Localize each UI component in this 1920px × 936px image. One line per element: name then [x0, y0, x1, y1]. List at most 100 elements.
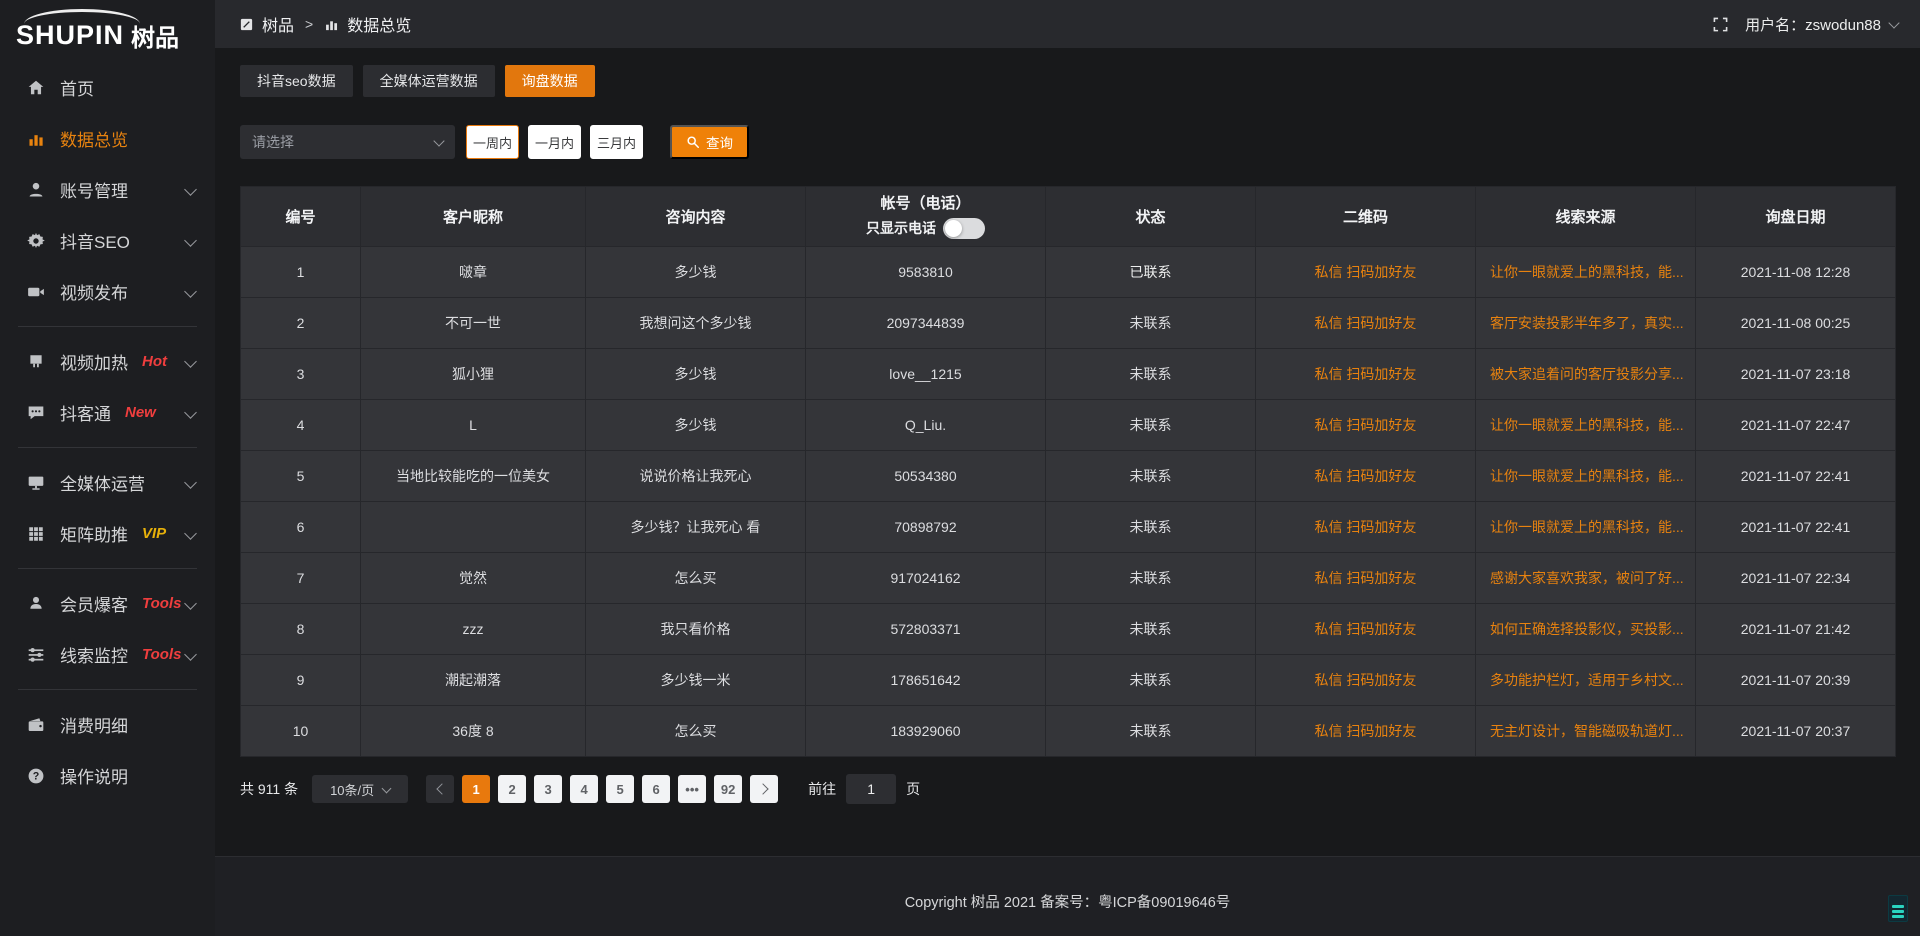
cell-date: 2021-11-07 23:18 — [1696, 349, 1896, 400]
lead-source-link[interactable]: 多功能护栏灯，适用于乡村文... — [1490, 672, 1684, 688]
query-button[interactable]: 查询 — [670, 125, 749, 159]
cell-nickname: 狐小狸 — [361, 349, 586, 400]
status-badge: 未联系 — [1046, 400, 1256, 451]
qr-add-friend-link[interactable]: 私信 扫码加好友 — [1315, 570, 1417, 586]
cell-source: 被大家追着问的客厅投影分享... — [1476, 349, 1696, 400]
user-menu[interactable]: 用户名：zswodun88 — [1745, 14, 1898, 35]
lead-source-link[interactable]: 让你一眼就爱上的黑科技，能... — [1490, 417, 1684, 433]
sidebar-item[interactable]: 消费明细 — [0, 699, 215, 750]
cell-no: 8 — [241, 604, 361, 655]
cell-source: 让你一眼就爱上的黑科技，能... — [1476, 247, 1696, 298]
sidebar-item-label: 矩阵助推 — [60, 521, 128, 546]
sidebar-divider — [18, 568, 197, 569]
cell-nickname — [361, 502, 586, 553]
qr-add-friend-link[interactable]: 私信 扫码加好友 — [1315, 366, 1417, 382]
page-size-select[interactable]: 10条/页 — [312, 775, 408, 803]
sidebar-item[interactable]: ? 操作说明 — [0, 750, 215, 801]
page-number-button[interactable]: 1 — [462, 775, 490, 803]
qr-add-friend-link[interactable]: 私信 扫码加好友 — [1315, 519, 1417, 535]
page-number-button[interactable]: ••• — [678, 775, 706, 803]
range-buttons: 一周内 一月内 三月内 — [466, 125, 643, 159]
page-number-button[interactable]: 5 — [606, 775, 634, 803]
chevron-down-icon — [184, 597, 197, 610]
chevron-down-icon — [184, 234, 197, 247]
sidebar-item[interactable]: 视频加热 Hot — [0, 336, 215, 387]
page-number-button[interactable]: 3 — [534, 775, 562, 803]
sidebar-item[interactable]: 抖客通 New — [0, 387, 215, 438]
sidebar-item[interactable]: 首页 — [0, 62, 215, 113]
filter-select-placeholder: 请选择 — [252, 132, 294, 152]
cell-content: 多少钱 — [586, 349, 806, 400]
chat-icon — [27, 404, 45, 422]
qr-add-friend-link[interactable]: 私信 扫码加好友 — [1315, 621, 1417, 637]
chart-icon — [324, 17, 339, 32]
table-row: 8 zzz 我只看价格 572803371 未联系 私信 扫码加好友 如何正确选… — [241, 604, 1896, 655]
chevron-down-icon — [184, 355, 197, 368]
qr-add-friend-link[interactable]: 私信 扫码加好友 — [1315, 417, 1417, 433]
table-row: 5 当地比较能吃的一位美女 说说价格让我死心 50534380 未联系 私信 扫… — [241, 451, 1896, 502]
lead-source-link[interactable]: 让你一眼就爱上的黑科技，能... — [1490, 468, 1684, 484]
page-number-button[interactable]: 4 — [570, 775, 598, 803]
cell-source: 多功能护栏灯，适用于乡村文... — [1476, 655, 1696, 706]
lead-source-link[interactable]: 如何正确选择投影仪，买投影... — [1490, 621, 1684, 637]
user-icon — [27, 181, 45, 199]
qr-add-friend-link[interactable]: 私信 扫码加好友 — [1315, 264, 1417, 280]
qr-add-friend-link[interactable]: 私信 扫码加好友 — [1315, 723, 1417, 739]
cell-source: 无主灯设计，智能磁吸轨道灯... — [1476, 706, 1696, 757]
col-no: 编号 — [241, 187, 361, 247]
col-account-title: 帐号（电话） — [880, 195, 970, 213]
lead-source-link[interactable]: 客厅安装投影半年多了，真实... — [1490, 315, 1684, 331]
sidebar-item-label: 全媒体运营 — [60, 470, 145, 495]
lead-source-link[interactable]: 感谢大家喜欢我家，被问了好... — [1490, 570, 1684, 586]
sidebar-item-label: 账号管理 — [60, 177, 128, 202]
cell-account: 572803371 — [806, 604, 1046, 655]
date-range-button[interactable]: 一周内 — [466, 125, 519, 159]
phone-only-toggle[interactable] — [943, 218, 985, 239]
cell-qrcode: 私信 扫码加好友 — [1256, 298, 1476, 349]
cell-account: 917024162 — [806, 553, 1046, 604]
filter-select[interactable]: 请选择 — [240, 125, 455, 159]
cell-source: 让你一眼就爱上的黑科技，能... — [1476, 451, 1696, 502]
tab[interactable]: 抖音seo数据 — [240, 65, 353, 97]
sidebar-item[interactable]: 线索监控 Tools — [0, 629, 215, 680]
sidebar-item[interactable]: 全媒体运营 — [0, 457, 215, 508]
qr-add-friend-link[interactable]: 私信 扫码加好友 — [1315, 468, 1417, 484]
sidebar-item[interactable]: 账号管理 — [0, 164, 215, 215]
breadcrumb-root[interactable]: 树品 — [262, 12, 294, 36]
page-number-button[interactable]: 6 — [642, 775, 670, 803]
sidebar-item[interactable]: 数据总览 — [0, 113, 215, 164]
question-icon: ? — [27, 767, 45, 785]
page-number-button[interactable]: 92 — [714, 775, 742, 803]
qr-add-friend-link[interactable]: 私信 扫码加好友 — [1315, 672, 1417, 688]
cell-content: 怎么买 — [586, 706, 806, 757]
prev-page-button[interactable] — [426, 775, 454, 803]
lead-source-link[interactable]: 无主灯设计，智能磁吸轨道灯... — [1490, 723, 1684, 739]
sidebar-item[interactable]: 视频发布 — [0, 266, 215, 317]
fullscreen-icon[interactable] — [1712, 16, 1729, 33]
cell-nickname: 啵章 — [361, 247, 586, 298]
cell-qrcode: 私信 扫码加好友 — [1256, 553, 1476, 604]
goto-page-input[interactable] — [846, 774, 896, 804]
date-range-button[interactable]: 三月内 — [590, 125, 643, 159]
plug-icon — [27, 353, 45, 371]
cell-account: 183929060 — [806, 706, 1046, 757]
tab[interactable]: 全媒体运营数据 — [363, 65, 495, 97]
sidebar-item[interactable]: 抖音SEO — [0, 215, 215, 266]
date-range-button[interactable]: 一月内 — [528, 125, 581, 159]
tab[interactable]: 询盘数据 — [505, 65, 595, 97]
cell-qrcode: 私信 扫码加好友 — [1256, 247, 1476, 298]
lead-source-link[interactable]: 让你一眼就爱上的黑科技，能... — [1490, 519, 1684, 535]
goto-label: 前往 — [808, 779, 836, 799]
sidebar-item[interactable]: 矩阵助推 VIP — [0, 508, 215, 559]
sidebar-item-label: 数据总览 — [60, 126, 128, 151]
next-page-button[interactable] — [750, 775, 778, 803]
goto-page: 前往 页 — [808, 774, 920, 804]
qr-add-friend-link[interactable]: 私信 扫码加好友 — [1315, 315, 1417, 331]
page-number-button[interactable]: 2 — [498, 775, 526, 803]
table-row: 4 L 多少钱 Q_Liu. 未联系 私信 扫码加好友 让你一眼就爱上的黑科技，… — [241, 400, 1896, 451]
lead-source-link[interactable]: 让你一眼就爱上的黑科技，能... — [1490, 264, 1684, 280]
lead-source-link[interactable]: 被大家追着问的客厅投影分享... — [1490, 366, 1684, 382]
chevron-down-icon — [184, 406, 197, 419]
app-logo[interactable]: SHUPIN 树品 — [0, 8, 215, 62]
sidebar-item[interactable]: 会员爆客 Tools — [0, 578, 215, 629]
